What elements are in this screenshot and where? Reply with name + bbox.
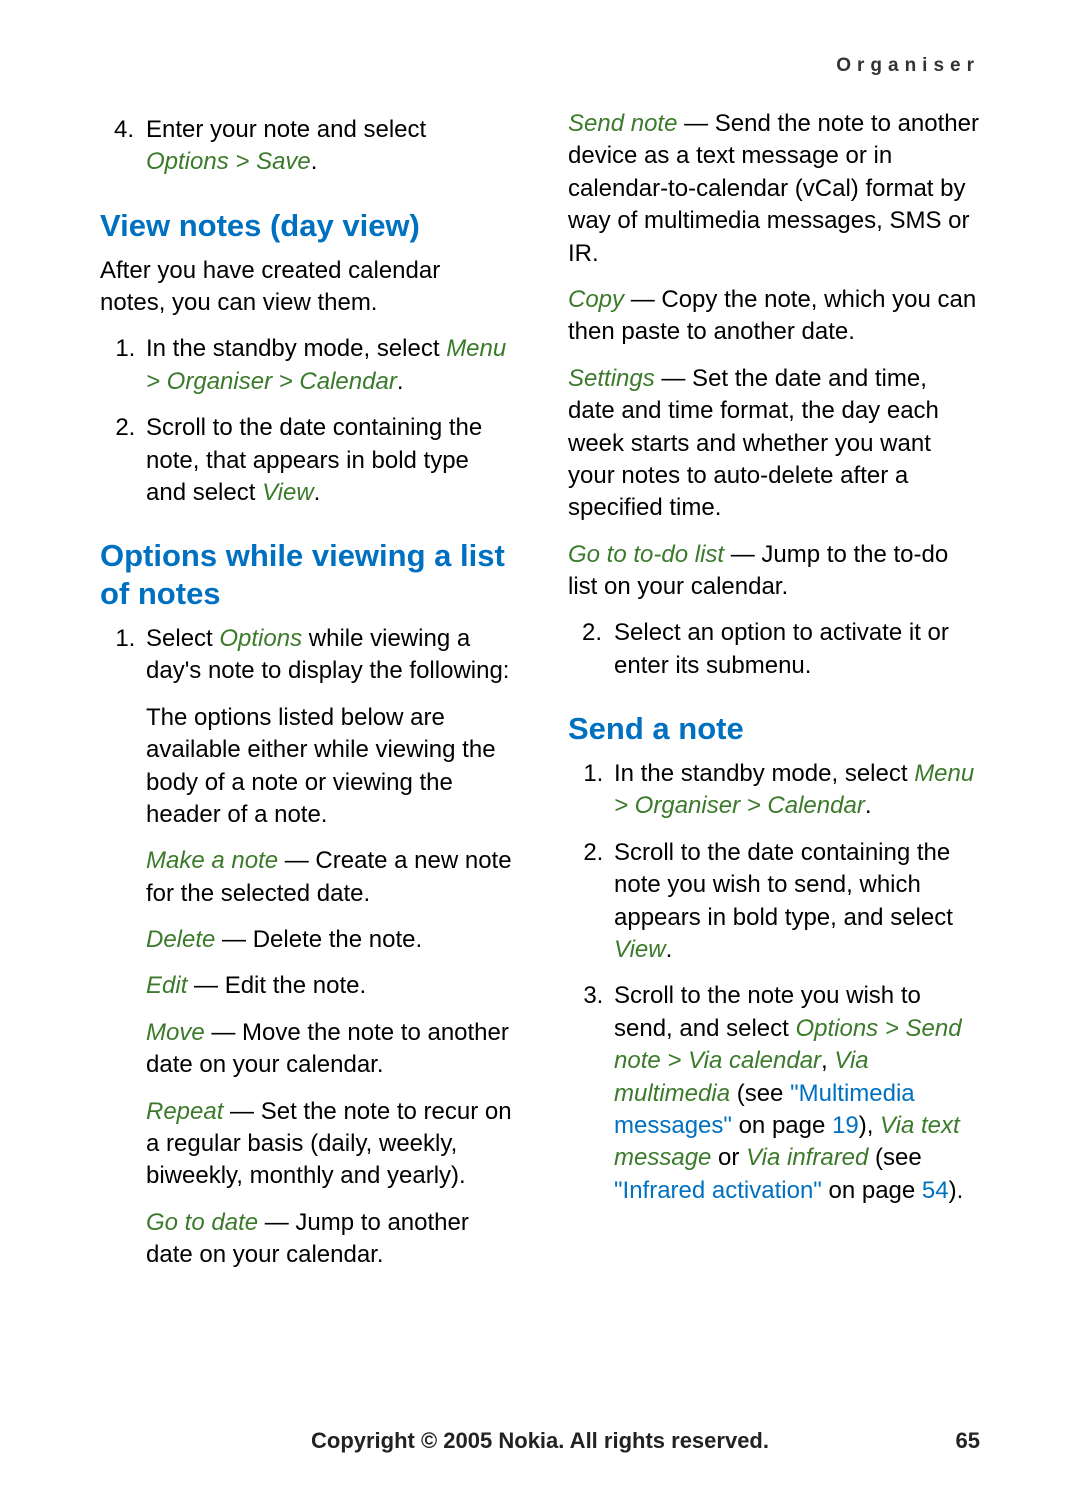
option-desc: — Edit the note. [187, 972, 366, 999]
option-label: Go to to-do list [568, 541, 724, 568]
cross-ref-page[interactable]: 54 [922, 1177, 949, 1204]
send-note-steps: In the standby mode, select Menu > Organ… [568, 758, 980, 1207]
send-note-step-3: Scroll to the note you wish to send, and… [610, 980, 980, 1207]
send-note-step-2: Scroll to the date containing the note y… [610, 837, 980, 967]
page-number: 65 [956, 1428, 980, 1454]
option-desc: — Copy the note, which you can then past… [568, 286, 976, 345]
option-desc: — Delete the note. [215, 926, 422, 953]
option-label: Delete [146, 926, 215, 953]
heading-send-note: Send a note [568, 710, 980, 748]
options-list-step-1: Select Options while viewing a day's not… [142, 623, 512, 1272]
step-text: ), [859, 1112, 880, 1139]
option-label: Edit [146, 972, 187, 999]
option-delete: Delete — Delete the note. [146, 924, 512, 956]
option-label: Go to date [146, 1209, 258, 1236]
step-text: Scroll to the date containing the note y… [614, 839, 953, 931]
option-label: Repeat [146, 1098, 223, 1125]
page: Organiser Enter your note and select Opt… [0, 0, 1080, 1496]
step-text: . [311, 148, 318, 175]
option-label: Make a note [146, 847, 278, 874]
column-right: Send note — Send the note to another dev… [568, 108, 980, 1286]
cross-ref-page[interactable]: 19 [832, 1112, 859, 1139]
step-text: Select [146, 625, 219, 652]
options-list-note: The options listed below are available e… [146, 702, 512, 832]
option-label: Move [146, 1019, 205, 1046]
option-send-note: Send note — Send the note to another dev… [568, 108, 980, 270]
option-edit: Edit — Edit the note. [146, 970, 512, 1002]
step-text: (see [868, 1144, 921, 1171]
option-label: Send note [568, 110, 677, 137]
options-list-steps: Select Options while viewing a day's not… [100, 623, 512, 1272]
column-left: Enter your note and select Options > Sav… [100, 108, 512, 1286]
step-text: . [397, 368, 404, 395]
options-list-steps-cont: Select an option to activate it or enter… [568, 617, 980, 682]
step-text: ). [949, 1177, 964, 1204]
option-go-to-date: Go to date — Jump to another date on you… [146, 1207, 512, 1272]
option-label: Copy [568, 286, 624, 313]
step-text: . [865, 792, 872, 819]
step-text: on page [822, 1177, 922, 1204]
option-go-to-todo: Go to to-do list — Jump to the to-do lis… [568, 539, 980, 604]
step-text: . [314, 479, 321, 506]
enter-note-list: Enter your note and select Options > Sav… [100, 114, 512, 179]
option-label: Settings [568, 365, 655, 392]
step-text: . [666, 936, 673, 963]
running-header: Organiser [836, 55, 980, 77]
option-make-a-note: Make a note — Create a new note for the … [146, 845, 512, 910]
menu-command: Options [219, 625, 302, 652]
step-text: In the standby mode, select [614, 760, 914, 787]
option-settings: Settings — Set the date and time, date a… [568, 363, 980, 525]
view-notes-intro: After you have created calendar notes, y… [100, 255, 512, 320]
step-text: on page [732, 1112, 832, 1139]
view-notes-steps: In the standby mode, select Menu > Organ… [100, 333, 512, 509]
options-list-step-2: Select an option to activate it or enter… [568, 617, 980, 682]
copyright-text: Copyright © 2005 Nokia. All rights reser… [100, 1428, 980, 1454]
step-text: Enter your note and select [146, 116, 426, 143]
option-repeat: Repeat — Set the note to recur on a regu… [146, 1096, 512, 1193]
send-note-step-1: In the standby mode, select Menu > Organ… [610, 758, 980, 823]
heading-options-list: Options while viewing a list of notes [100, 537, 512, 613]
menu-path: Via infrared [746, 1144, 868, 1171]
menu-path: Options > Save [146, 148, 311, 175]
view-notes-step-2: Scroll to the date containing the note, … [142, 412, 512, 509]
cross-ref-link[interactable]: "Infrared activation" [614, 1177, 822, 1204]
heading-view-notes: View notes (day view) [100, 207, 512, 245]
option-copy: Copy — Copy the note, which you can then… [568, 284, 980, 349]
enter-note-step-4: Enter your note and select Options > Sav… [100, 114, 512, 179]
view-notes-step-1: In the standby mode, select Menu > Organ… [142, 333, 512, 398]
step-text: In the standby mode, select [146, 335, 446, 362]
menu-command: View [262, 479, 314, 506]
menu-command: View [614, 936, 666, 963]
step-text: , [821, 1047, 834, 1074]
content-columns: Enter your note and select Options > Sav… [100, 108, 980, 1286]
step-text: (see [730, 1080, 790, 1107]
option-move: Move — Move the note to another date on … [146, 1017, 512, 1082]
step-text: or [711, 1144, 746, 1171]
